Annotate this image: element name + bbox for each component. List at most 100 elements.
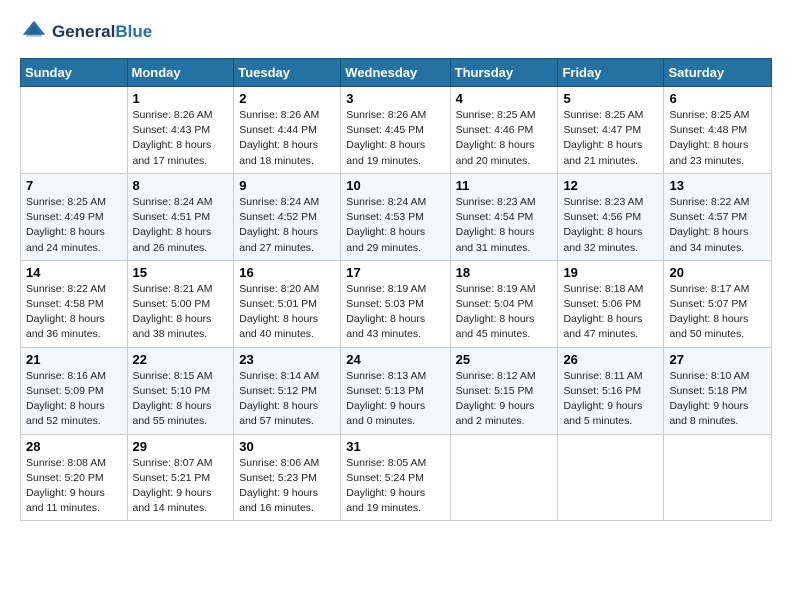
day-info: Sunrise: 8:11 AM Sunset: 5:16 PM Dayligh… [563, 369, 658, 430]
logo: GeneralBlue [20, 18, 152, 46]
calendar-cell: 22 Sunrise: 8:15 AM Sunset: 5:10 PM Dayli… [127, 347, 234, 434]
day-info: Sunrise: 8:10 AM Sunset: 5:18 PM Dayligh… [669, 369, 766, 430]
day-info: Sunrise: 8:13 AM Sunset: 5:13 PM Dayligh… [346, 369, 444, 430]
calendar-cell: 17 Sunrise: 8:19 AM Sunset: 5:03 PM Dayli… [341, 260, 450, 347]
day-number: 4 [456, 91, 553, 106]
calendar-cell: 29 Sunrise: 8:07 AM Sunset: 5:21 PM Dayli… [127, 434, 234, 521]
day-info: Sunrise: 8:15 AM Sunset: 5:10 PM Dayligh… [133, 369, 229, 430]
day-info: Sunrise: 8:21 AM Sunset: 5:00 PM Dayligh… [133, 282, 229, 343]
calendar-cell [21, 87, 128, 174]
weekday-friday: Friday [558, 59, 664, 87]
day-number: 24 [346, 352, 444, 367]
weekday-monday: Monday [127, 59, 234, 87]
week-row-5: 28 Sunrise: 8:08 AM Sunset: 5:20 PM Dayli… [21, 434, 772, 521]
calendar-cell: 26Sunrise: 8:11 AM Sunset: 5:16 PM Dayli… [558, 347, 664, 434]
day-info: Sunrise: 8:06 AM Sunset: 5:23 PM Dayligh… [239, 456, 335, 517]
day-number: 25 [456, 352, 553, 367]
day-number: 27 [669, 352, 766, 367]
day-number: 29 [133, 439, 229, 454]
calendar-cell: 25 Sunrise: 8:12 AM Sunset: 5:15 PM Dayli… [450, 347, 558, 434]
day-number: 22 [133, 352, 229, 367]
logo-text: GeneralBlue [52, 22, 152, 42]
day-number: 18 [456, 265, 553, 280]
calendar-cell: 10Sunrise: 8:24 AM Sunset: 4:53 PM Dayli… [341, 173, 450, 260]
day-info: Sunrise: 8:18 AM Sunset: 5:06 PM Dayligh… [563, 282, 658, 343]
day-number: 2 [239, 91, 335, 106]
weekday-tuesday: Tuesday [234, 59, 341, 87]
day-info: Sunrise: 8:08 AM Sunset: 5:20 PM Dayligh… [26, 456, 122, 517]
day-number: 15 [133, 265, 229, 280]
weekday-saturday: Saturday [664, 59, 772, 87]
day-number: 5 [563, 91, 658, 106]
day-info: Sunrise: 8:24 AM Sunset: 4:52 PM Dayligh… [239, 195, 335, 256]
calendar-cell: 31 Sunrise: 8:05 AM Sunset: 5:24 PM Dayli… [341, 434, 450, 521]
calendar-cell: 28 Sunrise: 8:08 AM Sunset: 5:20 PM Dayli… [21, 434, 128, 521]
day-number: 13 [669, 178, 766, 193]
calendar-cell: 3Sunrise: 8:26 AM Sunset: 4:45 PM Daylig… [341, 87, 450, 174]
day-info: Sunrise: 8:24 AM Sunset: 4:53 PM Dayligh… [346, 195, 444, 256]
day-number: 11 [456, 178, 553, 193]
day-number: 17 [346, 265, 444, 280]
calendar-cell: 20Sunrise: 8:17 AM Sunset: 5:07 PM Dayli… [664, 260, 772, 347]
calendar-cell: 4Sunrise: 8:25 AM Sunset: 4:46 PM Daylig… [450, 87, 558, 174]
day-info: Sunrise: 8:26 AM Sunset: 4:44 PM Dayligh… [239, 108, 335, 169]
day-number: 9 [239, 178, 335, 193]
calendar-cell: 15 Sunrise: 8:21 AM Sunset: 5:00 PM Dayli… [127, 260, 234, 347]
calendar-cell: 19 Sunrise: 8:18 AM Sunset: 5:06 PM Dayli… [558, 260, 664, 347]
day-number: 12 [563, 178, 658, 193]
day-info: Sunrise: 8:25 AM Sunset: 4:49 PM Dayligh… [26, 195, 122, 256]
day-info: Sunrise: 8:12 AM Sunset: 5:15 PM Dayligh… [456, 369, 553, 430]
day-info: Sunrise: 8:20 AM Sunset: 5:01 PM Dayligh… [239, 282, 335, 343]
day-info: Sunrise: 8:19 AM Sunset: 5:04 PM Dayligh… [456, 282, 553, 343]
day-info: Sunrise: 8:23 AM Sunset: 4:54 PM Dayligh… [456, 195, 553, 256]
calendar-cell: 14Sunrise: 8:22 AM Sunset: 4:58 PM Dayli… [21, 260, 128, 347]
day-number: 28 [26, 439, 122, 454]
day-info: Sunrise: 8:25 AM Sunset: 4:48 PM Dayligh… [669, 108, 766, 169]
day-number: 8 [133, 178, 229, 193]
day-number: 6 [669, 91, 766, 106]
day-number: 16 [239, 265, 335, 280]
calendar-cell: 30 Sunrise: 8:06 AM Sunset: 5:23 PM Dayli… [234, 434, 341, 521]
day-info: Sunrise: 8:23 AM Sunset: 4:56 PM Dayligh… [563, 195, 658, 256]
day-number: 31 [346, 439, 444, 454]
calendar-cell: 18 Sunrise: 8:19 AM Sunset: 5:04 PM Dayli… [450, 260, 558, 347]
week-row-3: 14Sunrise: 8:22 AM Sunset: 4:58 PM Dayli… [21, 260, 772, 347]
calendar-cell: 23 Sunrise: 8:14 AM Sunset: 5:12 PM Dayli… [234, 347, 341, 434]
week-row-4: 21Sunrise: 8:16 AM Sunset: 5:09 PM Dayli… [21, 347, 772, 434]
weekday-wednesday: Wednesday [341, 59, 450, 87]
calendar-cell [558, 434, 664, 521]
header: GeneralBlue [20, 18, 772, 46]
calendar-cell: 1Sunrise: 8:26 AM Sunset: 4:43 PM Daylig… [127, 87, 234, 174]
week-row-1: 1Sunrise: 8:26 AM Sunset: 4:43 PM Daylig… [21, 87, 772, 174]
calendar-table: SundayMondayTuesdayWednesdayThursdayFrid… [20, 58, 772, 521]
day-number: 20 [669, 265, 766, 280]
calendar-cell: 16 Sunrise: 8:20 AM Sunset: 5:01 PM Dayli… [234, 260, 341, 347]
calendar-cell [450, 434, 558, 521]
calendar-cell: 2 Sunrise: 8:26 AM Sunset: 4:44 PM Daylig… [234, 87, 341, 174]
day-number: 23 [239, 352, 335, 367]
day-info: Sunrise: 8:25 AM Sunset: 4:47 PM Dayligh… [563, 108, 658, 169]
day-info: Sunrise: 8:05 AM Sunset: 5:24 PM Dayligh… [346, 456, 444, 517]
day-info: Sunrise: 8:26 AM Sunset: 4:43 PM Dayligh… [133, 108, 229, 169]
page-container: GeneralBlue SundayMondayTuesdayWednesday… [0, 0, 792, 531]
day-info: Sunrise: 8:07 AM Sunset: 5:21 PM Dayligh… [133, 456, 229, 517]
calendar-cell: 6 Sunrise: 8:25 AM Sunset: 4:48 PM Daylig… [664, 87, 772, 174]
week-row-2: 7 Sunrise: 8:25 AM Sunset: 4:49 PM Daylig… [21, 173, 772, 260]
calendar-cell: 21Sunrise: 8:16 AM Sunset: 5:09 PM Dayli… [21, 347, 128, 434]
day-number: 14 [26, 265, 122, 280]
calendar-cell: 12 Sunrise: 8:23 AM Sunset: 4:56 PM Dayli… [558, 173, 664, 260]
calendar-cell: 24 Sunrise: 8:13 AM Sunset: 5:13 PM Dayli… [341, 347, 450, 434]
calendar-cell: 7 Sunrise: 8:25 AM Sunset: 4:49 PM Daylig… [21, 173, 128, 260]
calendar-cell: 5 Sunrise: 8:25 AM Sunset: 4:47 PM Daylig… [558, 87, 664, 174]
day-number: 7 [26, 178, 122, 193]
day-info: Sunrise: 8:14 AM Sunset: 5:12 PM Dayligh… [239, 369, 335, 430]
day-info: Sunrise: 8:19 AM Sunset: 5:03 PM Dayligh… [346, 282, 444, 343]
calendar-cell: 13Sunrise: 8:22 AM Sunset: 4:57 PM Dayli… [664, 173, 772, 260]
calendar-cell [664, 434, 772, 521]
day-info: Sunrise: 8:26 AM Sunset: 4:45 PM Dayligh… [346, 108, 444, 169]
weekday-sunday: Sunday [21, 59, 128, 87]
calendar-cell: 8Sunrise: 8:24 AM Sunset: 4:51 PM Daylig… [127, 173, 234, 260]
day-number: 30 [239, 439, 335, 454]
day-number: 19 [563, 265, 658, 280]
logo-icon [20, 18, 48, 46]
